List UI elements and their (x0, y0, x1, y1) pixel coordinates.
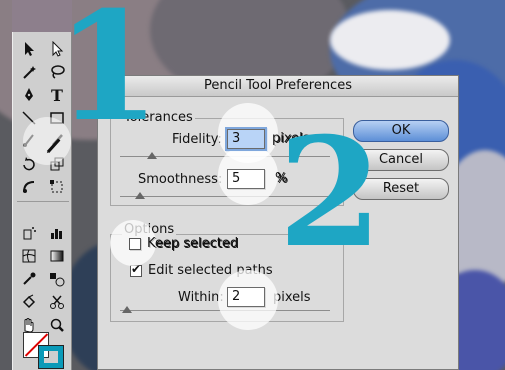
eyedropper-tool-icon[interactable] (17, 268, 41, 290)
blend-tool-icon[interactable] (45, 268, 69, 290)
keep-selected-label-overlay[interactable]: Keep selected (147, 236, 238, 251)
tools-divider (17, 201, 69, 206)
scissors-tool-icon[interactable] (45, 291, 69, 313)
mesh-tool-icon[interactable] (17, 245, 41, 267)
warp-tool-icon[interactable] (17, 176, 41, 198)
smoothness-field-overlay[interactable]: 5 (227, 169, 265, 189)
gradient-tool-icon[interactable] (45, 245, 69, 267)
symbol-sprayer-tool-icon[interactable] (17, 222, 41, 244)
fidelity-label: Fidelity: (172, 132, 222, 147)
free-transform-tool-icon[interactable] (45, 176, 69, 198)
step-number-1: 1 (56, 0, 161, 155)
magic-wand-tool-icon[interactable] (17, 61, 41, 83)
edit-selected-paths-checkbox[interactable] (130, 262, 142, 277)
fidelity-field-overlay[interactable]: 3 (225, 127, 267, 151)
stroke-swatch[interactable] (38, 345, 64, 369)
pen-tool-icon[interactable] (17, 84, 41, 106)
selection-tool-icon[interactable] (17, 38, 41, 60)
step-number-2: 2 (278, 105, 383, 281)
smoothness-label: Smoothness: (138, 172, 223, 187)
keep-selected-checkbox-overlay[interactable] (129, 238, 141, 250)
fill-stroke-swatches[interactable] (21, 330, 69, 370)
within-field-overlay[interactable]: 2 (227, 287, 265, 307)
smoothness-slider-thumb[interactable] (135, 192, 145, 199)
within-unit: pixels (273, 290, 311, 305)
live-paint-bucket-tool-icon[interactable] (17, 291, 41, 313)
column-graph-tool-icon[interactable] (45, 222, 69, 244)
within-slider-thumb[interactable] (122, 306, 132, 313)
within-label: Within: (178, 290, 224, 305)
